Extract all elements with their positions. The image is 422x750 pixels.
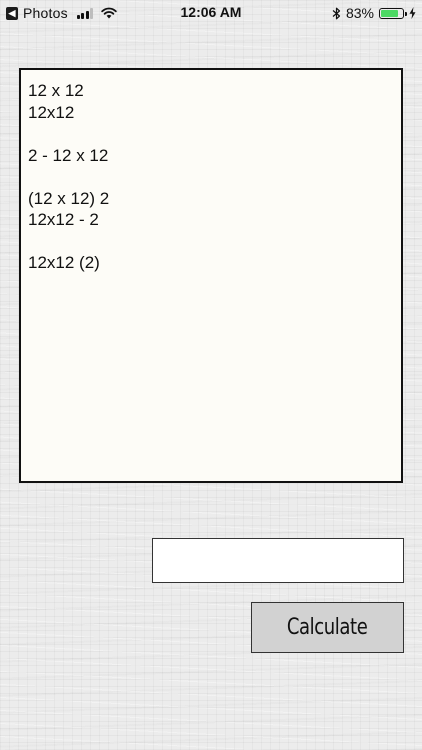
battery-cap — [405, 11, 407, 16]
battery-level-fill — [381, 9, 399, 17]
calculate-button-label: Calculate — [287, 615, 368, 640]
calculate-button[interactable]: Calculate — [251, 602, 404, 653]
charging-bolt-icon — [409, 7, 416, 19]
battery-icon — [379, 7, 407, 19]
notes-content: 12 x 12 12x12 2 - 12 x 12 (12 x 12) 2 12… — [28, 81, 110, 272]
status-bar: ◀ Photos 12:06 AM 83% — [0, 0, 422, 26]
battery-percent: 83% — [345, 5, 374, 21]
notes-text-area[interactable]: 12 x 12 12x12 2 - 12 x 12 (12 x 12) 2 12… — [19, 68, 403, 483]
status-right-group: 83% — [332, 3, 416, 23]
bluetooth-icon — [332, 7, 341, 19]
result-field[interactable] — [152, 538, 404, 583]
